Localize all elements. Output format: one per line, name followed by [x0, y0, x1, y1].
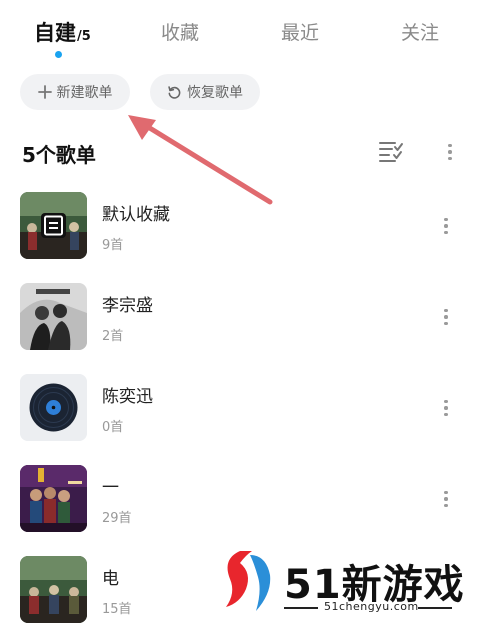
- new-playlist-label: 新建歌单: [56, 85, 113, 101]
- new-playlist-button[interactable]: 新建歌单: [20, 74, 130, 110]
- playlist-name: 默认收藏: [102, 205, 170, 225]
- tab-count: /5: [77, 29, 91, 44]
- tab-label: 收藏: [161, 22, 200, 44]
- playlist-more-icon[interactable]: [436, 214, 456, 238]
- playlist-cover: [20, 192, 87, 259]
- playlist-cover: [20, 465, 87, 532]
- restore-playlist-button[interactable]: 恢复歌单: [150, 74, 260, 110]
- tab-label: 自建: [34, 21, 76, 45]
- playlist-cover: [20, 374, 87, 441]
- tab-favorites[interactable]: 收藏: [161, 18, 199, 45]
- more-options-icon[interactable]: [440, 141, 460, 163]
- playlist-name: 陈奕迅: [102, 387, 153, 407]
- playlist-song-count: 2首: [102, 329, 124, 344]
- tab-self-built[interactable]: 自建/5: [34, 17, 91, 47]
- tab-recent[interactable]: 最近: [281, 18, 319, 45]
- tab-label: 关注: [401, 22, 440, 44]
- playlist-more-icon[interactable]: [436, 396, 456, 420]
- playlist-song-count: 29首: [102, 511, 132, 526]
- multi-select-icon[interactable]: [378, 140, 404, 162]
- playlist-cover: [20, 283, 87, 350]
- playlist-song-count: 15首: [102, 602, 132, 617]
- playlist-count-title: 5个歌单: [22, 143, 96, 167]
- playlist-item[interactable]: 一 29首: [0, 465, 480, 545]
- playlist-song-count: 0首: [102, 420, 124, 435]
- restore-playlist-label: 恢复歌单: [187, 85, 243, 101]
- restore-icon: [168, 85, 181, 99]
- playlist-more-icon[interactable]: [436, 305, 456, 329]
- plus-icon: [37, 85, 52, 99]
- watermark-divider: [284, 607, 318, 609]
- tab-following[interactable]: 关注: [401, 18, 439, 45]
- watermark-divider: [418, 607, 452, 609]
- playlist-more-icon[interactable]: [436, 487, 456, 511]
- tab-bar: 自建/5 收藏 最近 关注: [0, 0, 480, 60]
- active-tab-indicator: [55, 51, 62, 58]
- playlist-name: 李宗盛: [102, 296, 153, 316]
- tab-label: 最近: [281, 22, 320, 44]
- playlist-name: 一: [102, 478, 119, 498]
- playlist-item[interactable]: 陈奕迅 0首: [0, 374, 480, 454]
- watermark-url: 51chengyu.com: [324, 600, 419, 613]
- playlist-item[interactable]: 李宗盛 2首: [0, 283, 480, 363]
- playlist-song-count: 9首: [102, 238, 124, 253]
- playlist-name: 电: [102, 569, 119, 589]
- playlist-cover: [20, 556, 87, 623]
- vinyl-record-icon: [20, 374, 87, 441]
- playlist-item[interactable]: 默认收藏 9首: [0, 192, 480, 272]
